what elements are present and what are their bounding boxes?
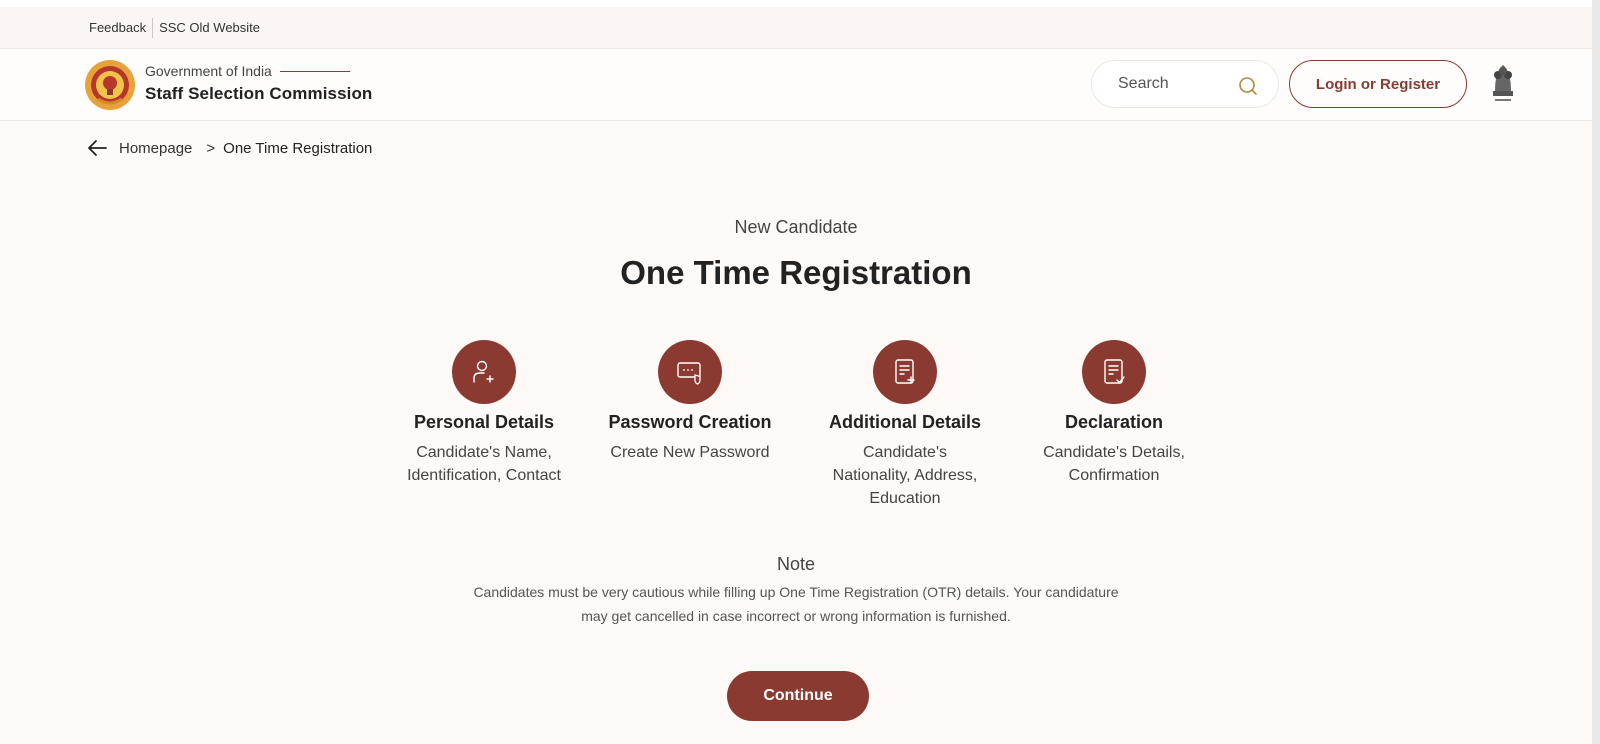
top-utility-bar: Feedback SSC Old Website [0, 0, 1592, 49]
search-box[interactable]: Search [1091, 60, 1279, 108]
step-description-line: Candidate's [863, 444, 947, 461]
step-title: Personal Details [413, 412, 555, 432]
page-scrollbar[interactable] [1592, 0, 1600, 744]
step-description: Create New Password [590, 441, 790, 464]
step-description-line: Confirmation [1068, 467, 1160, 484]
step-description-line: Candidate's Name, [416, 444, 552, 461]
step-personal-details: Personal Details Candidate's Name, Ident… [384, 340, 584, 487]
login-register-button[interactable]: Login or Register [1289, 60, 1467, 108]
step-description-line: Create New Password [610, 444, 770, 461]
organization-name[interactable]: Staff Selection Commission [145, 84, 372, 104]
step-icon-circle [1082, 340, 1146, 404]
page: Feedback SSC Old Website Government of I… [0, 0, 1592, 744]
step-additional-details: Additional Details Candidate's Nationali… [805, 340, 1005, 510]
document-add-icon [895, 359, 915, 384]
step-password-creation: Password Creation Create New Password [590, 340, 790, 464]
breadcrumb: Homepage > One Time Registration [87, 136, 372, 160]
step-description: Candidate's Details, Confirmation [1014, 441, 1214, 487]
continue-button[interactable]: Continue [727, 671, 869, 721]
government-text: Government of India [145, 63, 272, 79]
national-emblem-icon [1493, 65, 1513, 101]
step-description-line: Candidate's Details, [1043, 444, 1185, 461]
breadcrumb-separator: > [206, 139, 216, 157]
step-title: Password Creation [608, 412, 772, 432]
note-line: Candidates must be very cautious while f… [473, 584, 1119, 600]
step-icon-circle [452, 340, 516, 404]
feedback-link[interactable]: Feedback [89, 20, 146, 35]
step-description-line: Education [869, 490, 941, 507]
ssc-logo-icon[interactable] [84, 59, 136, 111]
government-label: Government of India [145, 63, 350, 79]
step-description-line: Identification, Contact [407, 467, 561, 484]
note-text: Candidates must be very cautious while f… [436, 580, 1156, 628]
note-line: may get cancelled in case incorrect or w… [581, 608, 1011, 624]
site-header: Government of India Staff Selection Comm… [0, 49, 1592, 121]
step-title: Additional Details [828, 412, 981, 432]
step-description-line: Nationality, Address, [832, 467, 978, 484]
breadcrumb-current: One Time Registration [223, 139, 373, 157]
page-eyebrow: New Candidate [734, 217, 858, 237]
search-input[interactable]: Search [1118, 75, 1169, 93]
old-website-link[interactable]: SSC Old Website [159, 20, 260, 35]
document-check-icon [1104, 359, 1125, 384]
step-description: Candidate's Name, Identification, Contac… [384, 441, 584, 487]
step-icon-circle [658, 340, 722, 404]
search-icon[interactable] [1238, 76, 1258, 96]
back-arrow-icon[interactable] [87, 139, 107, 157]
user-add-icon [473, 360, 494, 383]
step-declaration: Declaration Candidate's Details, Confirm… [1014, 340, 1214, 487]
step-title: Declaration [1064, 412, 1164, 432]
brand-rule [279, 70, 350, 72]
step-description: Candidate's Nationality, Address, Educat… [805, 441, 1005, 510]
page-title: One Time Registration [620, 254, 972, 291]
step-icon-circle [873, 340, 937, 404]
password-lock-icon [677, 362, 701, 385]
note-heading: Note [776, 554, 816, 574]
breadcrumb-home-link[interactable]: Homepage [119, 140, 192, 157]
divider [152, 17, 154, 38]
